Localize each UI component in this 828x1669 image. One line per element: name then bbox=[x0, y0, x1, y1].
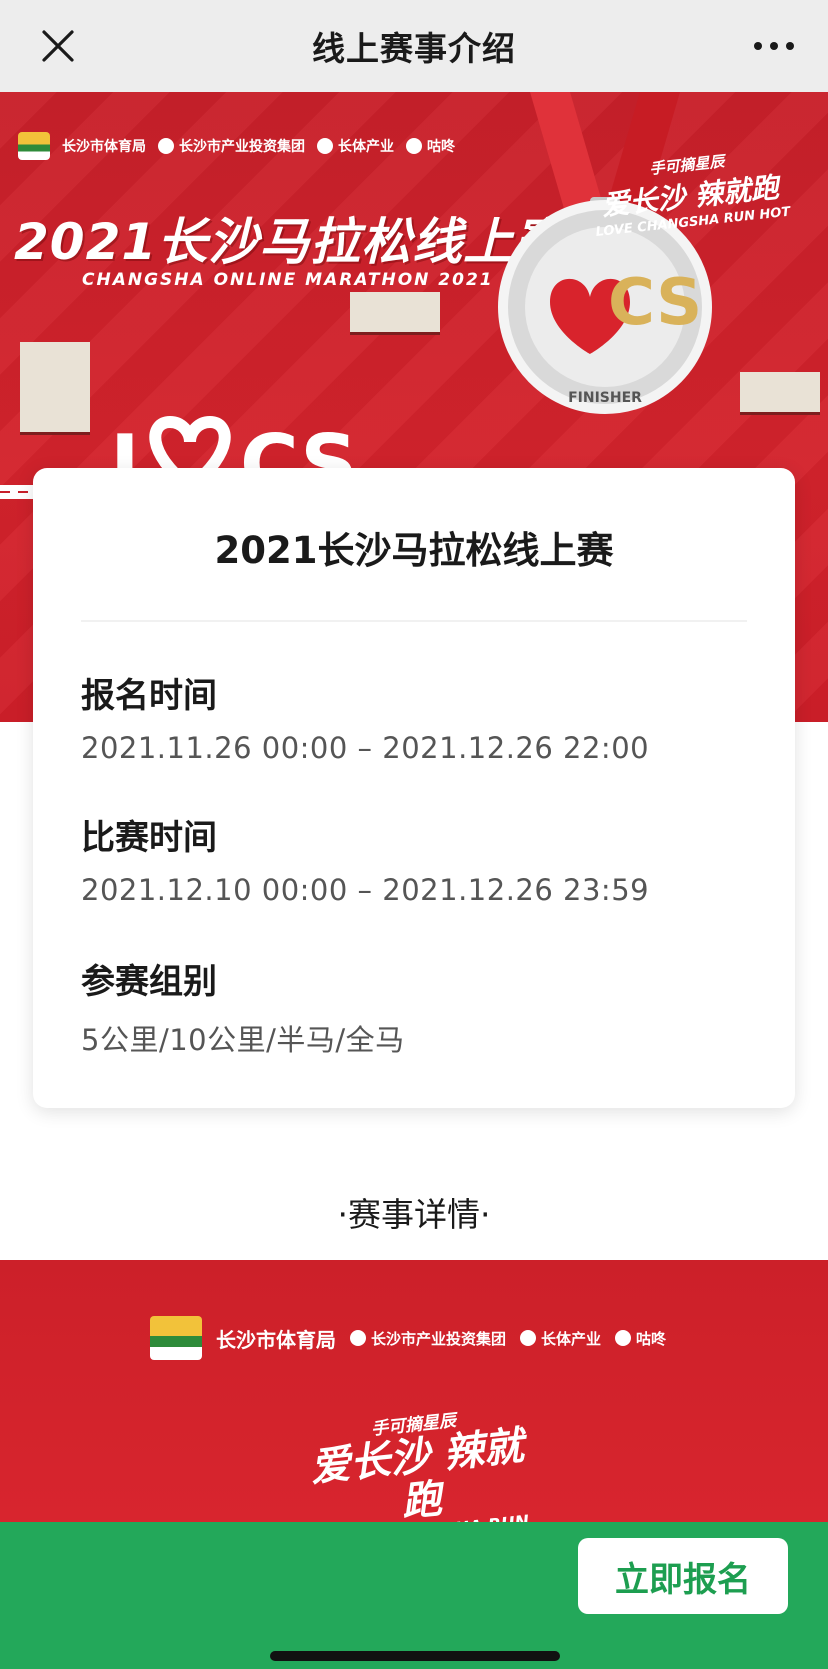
marathon-logo-icon bbox=[150, 1316, 202, 1360]
register-now-button[interactable]: 立即报名 bbox=[578, 1538, 788, 1614]
finisher-medal-image: CS FINISHER bbox=[498, 92, 712, 414]
registration-time-label: 报名时间 bbox=[81, 676, 217, 716]
sponsor-logo: 咕咚 bbox=[406, 136, 455, 156]
sponsor-logo: 长沙市产业投资集团 bbox=[350, 1328, 506, 1349]
card-title: 2021长沙马拉松线上赛 bbox=[214, 529, 614, 572]
close-icon[interactable] bbox=[36, 24, 80, 68]
sponsor-mark-icon bbox=[350, 1330, 366, 1346]
sponsor-logo: 长沙市体育局 bbox=[216, 1327, 336, 1352]
sponsor-logo: 长体产业 bbox=[317, 136, 394, 156]
sponsor-logo: 长沙市体育局 bbox=[62, 139, 146, 155]
race-category-value: 5公里/10公里/半马/全马 bbox=[81, 1023, 405, 1057]
sponsor-mark-icon bbox=[317, 138, 333, 154]
hero-sponsor-logos: 长沙市体育局 长沙市产业投资集团 长体产业 咕咚 bbox=[18, 132, 455, 160]
sponsor-logo: 长体产业 bbox=[520, 1328, 601, 1349]
footer-sponsor-logos: 长沙市体育局 长沙市产业投资集团 长体产业 咕咚 bbox=[150, 1316, 666, 1360]
marathon-logo-icon bbox=[18, 132, 50, 160]
hero-subtitle: CHANGSHA ONLINE MARATHON 2021 bbox=[82, 270, 494, 290]
sponsor-mark-icon bbox=[406, 138, 422, 154]
medal-center-text: CS bbox=[608, 266, 702, 340]
home-indicator[interactable] bbox=[270, 1651, 560, 1661]
registration-time-value: 2021.11.26 00:00 – 2021.12.26 22:00 bbox=[81, 731, 650, 765]
race-time-section: 比赛时间 2021.12.10 00:00 – 2021.12.26 23:59 bbox=[81, 810, 649, 907]
race-time-value: 2021.12.10 00:00 – 2021.12.26 23:59 bbox=[81, 873, 650, 907]
registration-time-section: 报名时间 2021.11.26 00:00 – 2021.12.26 22:00 bbox=[81, 668, 649, 765]
footer-banner-image: 长沙市体育局 长沙市产业投资集团 长体产业 咕咚 手可摘星辰 爱长沙 辣就跑 L… bbox=[0, 1260, 828, 1522]
event-details-heading: ·赛事详情· bbox=[337, 1195, 491, 1234]
race-category-label: 参赛组别 bbox=[81, 962, 217, 1002]
race-time-label: 比赛时间 bbox=[81, 818, 217, 858]
bottom-action-bar: 立即报名 bbox=[0, 1522, 828, 1669]
footer-slogan: 手可摘星辰 爱长沙 辣就跑 LOVE CHANGSHA RUN HOT bbox=[308, 1410, 530, 1522]
event-info-card: 2021长沙马拉松线上赛 报名时间 2021.11.26 00:00 – 202… bbox=[33, 468, 795, 1108]
more-dots-icon[interactable] bbox=[750, 24, 798, 68]
nav-bar: 线上赛事介绍 bbox=[0, 0, 828, 92]
hero-title: 2021长沙马拉松线上赛 bbox=[14, 213, 566, 271]
sponsor-mark-icon bbox=[615, 1330, 632, 1346]
page-title: 线上赛事介绍 bbox=[312, 29, 516, 68]
sponsor-logo: 咕咚 bbox=[615, 1328, 666, 1349]
gate-building-image bbox=[350, 292, 440, 335]
race-category-section: 参赛组别 5公里/10公里/半马/全马 bbox=[81, 954, 405, 1059]
sponsor-mark-icon bbox=[520, 1330, 537, 1346]
sponsor-mark-icon bbox=[158, 138, 174, 154]
sponsor-logo: 长沙市产业投资集团 bbox=[158, 136, 305, 156]
divider bbox=[81, 620, 747, 622]
